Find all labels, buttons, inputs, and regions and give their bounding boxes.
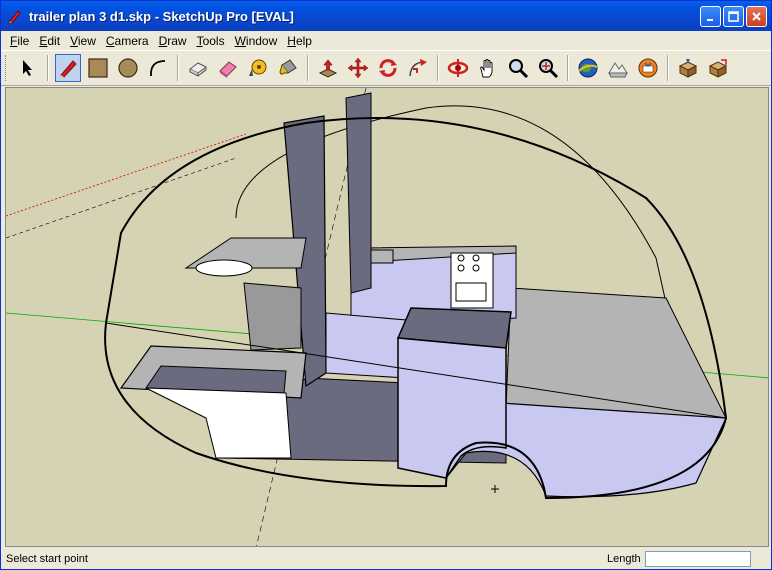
google-earth-icon — [578, 58, 598, 78]
title-bar[interactable]: trailer plan 3 d1.skp - SketchUp Pro [EV… — [1, 1, 771, 31]
toolbar-separator — [47, 55, 49, 81]
make-component-icon — [189, 62, 207, 77]
cabinet-front — [325, 312, 407, 379]
red-axis-dotted — [6, 133, 247, 217]
circle-tool-button[interactable] — [115, 54, 141, 82]
caption-buttons — [700, 6, 767, 27]
rectangle-icon — [88, 58, 108, 78]
shelf-side — [243, 282, 302, 351]
rotate-icon — [379, 59, 397, 77]
pencil-cursor-icon — [491, 485, 499, 493]
menu-window[interactable]: Window — [230, 34, 283, 48]
close-icon — [752, 12, 761, 21]
pencil-icon — [60, 60, 77, 78]
zoom-tool-button[interactable] — [505, 54, 531, 82]
menu-edit[interactable]: Edit — [34, 34, 65, 48]
pan-icon — [480, 59, 493, 78]
menu-tools[interactable]: Tools — [192, 34, 230, 48]
components-button[interactable] — [705, 54, 731, 82]
model-viewport[interactable] — [5, 87, 769, 547]
pencil-tool-button[interactable] — [55, 54, 81, 82]
menu-view[interactable]: View — [65, 34, 101, 48]
zoom-extents-icon — [539, 59, 559, 79]
menu-bar: File Edit View Camera Draw Tools Window … — [1, 31, 771, 50]
arc-tool-button[interactable] — [145, 54, 171, 82]
get-models-button[interactable] — [635, 54, 661, 82]
sketchup-window: trailer plan 3 d1.skp - SketchUp Pro [EV… — [0, 0, 772, 570]
toolbar-separator — [437, 55, 439, 81]
sketchup-app-icon[interactable] — [7, 8, 23, 24]
eraser-icon — [219, 61, 237, 78]
close-button[interactable] — [746, 6, 767, 27]
length-label: Length — [607, 553, 641, 565]
window-title: trailer plan 3 d1.skp - SketchUp Pro [EV… — [29, 8, 294, 24]
move-icon — [347, 57, 369, 79]
toolbar-separator — [177, 55, 179, 81]
follow-me-icon — [409, 59, 427, 77]
circle-icon — [118, 58, 138, 78]
components-icon — [708, 59, 728, 78]
select-icon — [23, 60, 32, 76]
sink-basin — [367, 249, 394, 264]
toggle-terrain-button[interactable] — [605, 54, 631, 82]
trailer-model-drawing[interactable] — [6, 88, 769, 547]
pan-tool-button[interactable] — [475, 54, 501, 82]
menu-help[interactable]: Help — [282, 34, 317, 48]
main-toolbar — [1, 50, 771, 86]
tape-measure-icon — [249, 59, 267, 76]
maximize-button[interactable] — [723, 6, 744, 27]
orbit-icon — [447, 59, 469, 77]
make-component-button[interactable] — [185, 54, 211, 82]
orbit-tool-button[interactable] — [445, 54, 471, 82]
arc-icon — [150, 60, 166, 77]
toolbar-separator — [567, 55, 569, 81]
toolbar-grip[interactable] — [5, 55, 9, 81]
paint-bucket-icon — [279, 59, 297, 75]
maximize-icon — [728, 11, 739, 22]
toggle-terrain-icon — [608, 62, 628, 78]
google-earth-button[interactable] — [575, 54, 601, 82]
menu-draw[interactable]: Draw — [154, 34, 192, 48]
menu-camera[interactable]: Camera — [101, 34, 154, 48]
status-bar: Select start point Length — [1, 549, 771, 569]
3d-warehouse-icon — [678, 59, 698, 78]
tape-measure-button[interactable] — [245, 54, 271, 82]
status-hint: Select start point — [6, 553, 88, 565]
toolbar-separator — [667, 55, 669, 81]
paint-bucket-button[interactable] — [275, 54, 301, 82]
push-pull-icon — [318, 59, 338, 78]
rectangle-tool-button[interactable] — [85, 54, 111, 82]
eraser-tool-button[interactable] — [215, 54, 241, 82]
follow-me-button[interactable] — [405, 54, 431, 82]
move-tool-button[interactable] — [345, 54, 371, 82]
hidden-edge — [6, 157, 237, 239]
upper-sink — [195, 259, 253, 277]
zoom-extents-button[interactable] — [535, 54, 561, 82]
length-input[interactable] — [645, 551, 751, 567]
bed-top — [505, 287, 727, 419]
get-models-icon — [638, 58, 658, 78]
minimize-button[interactable] — [700, 6, 721, 27]
rotate-tool-button[interactable] — [375, 54, 401, 82]
zoom-icon — [509, 59, 529, 79]
back-partition — [345, 92, 372, 294]
select-tool-button[interactable] — [15, 54, 41, 82]
push-pull-button[interactable] — [315, 54, 341, 82]
3d-warehouse-button[interactable] — [675, 54, 701, 82]
menu-file[interactable]: File — [5, 34, 34, 48]
tub-front — [145, 387, 292, 459]
toolbar-separator — [307, 55, 309, 81]
stove — [450, 252, 494, 309]
minimize-icon — [706, 18, 713, 21]
